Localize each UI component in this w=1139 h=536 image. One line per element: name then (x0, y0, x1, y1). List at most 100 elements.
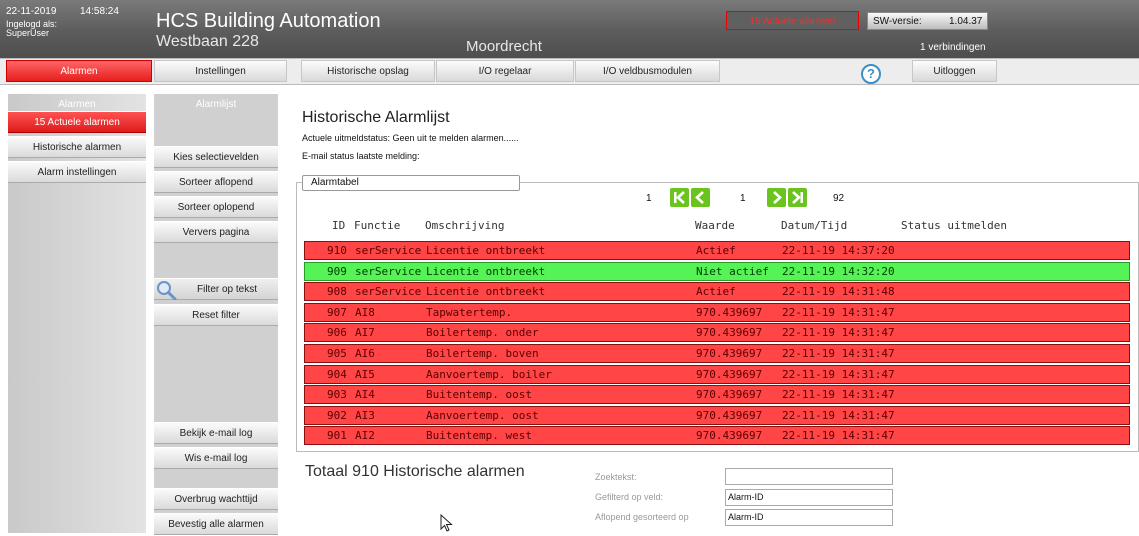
table-row[interactable]: 910 serService Licentie ontbreekt Actief 22-… (304, 241, 1130, 260)
table-row[interactable]: 902 AI3 Aanvoertemp. oost 970.439697 22-11-1… (304, 406, 1130, 425)
cell-functie: AI3 (355, 409, 375, 422)
col-status-uitmelden[interactable]: Status uitmelden (901, 219, 1007, 232)
page-title: Historische Alarmlijst (302, 109, 450, 126)
col-waarde[interactable]: Waarde (695, 219, 735, 232)
refresh-page-button[interactable]: Ververs pagina (154, 221, 278, 243)
cell-datum: 22-11-19 14:31:47 (782, 326, 895, 339)
view-email-log-button[interactable]: Bekijk e-mail log (154, 422, 278, 444)
pager-current-page: 1 (740, 193, 746, 204)
sidebar-heading: Alarmen (58, 99, 96, 110)
cell-functie: AI7 (355, 326, 375, 339)
filter-text-label: Filter op tekst (196, 284, 258, 295)
site-city: Moordrecht (466, 38, 542, 55)
cell-id: 903 (327, 388, 347, 401)
bypass-wait-button[interactable]: Overbrug wachttijd (154, 488, 278, 510)
cell-omschrijving: Licentie ontbreekt (426, 244, 546, 257)
cell-id: 905 (327, 347, 347, 360)
cell-datum: 22-11-19 14:31:47 (782, 347, 895, 360)
sidebar-heading: Alarmlijst (195, 99, 237, 110)
prev-page-icon[interactable] (691, 188, 710, 207)
cell-waarde: Actief (696, 244, 736, 257)
sort-ascending-button[interactable]: Sorteer oplopend (154, 196, 278, 218)
cell-id: 909 (327, 265, 347, 278)
table-row[interactable]: 903 AI4 Buitentemp. oost 970.439697 22-11-19… (304, 385, 1130, 404)
pager-first-number: 1 (646, 193, 652, 204)
app-header: 22-11-2019 14:58:24 Ingelogd als: SuperU… (0, 0, 1139, 58)
cell-id: 902 (327, 409, 347, 422)
col-id[interactable]: ID (332, 219, 345, 232)
cell-omschrijving: Boilertemp. onder (426, 326, 539, 339)
cell-id: 907 (327, 306, 347, 319)
table-row[interactable]: 905 AI6 Boilertemp. boven 970.439697 22-11-1… (304, 344, 1130, 363)
app-title: HCS Building Automation (156, 10, 381, 32)
cell-waarde: 970.439697 (696, 388, 763, 401)
col-functie[interactable]: Functie (354, 219, 400, 232)
table-row[interactable]: 901 AI2 Buitentemp. west 970.439697 22-11-19… (304, 426, 1130, 445)
cell-omschrijving: Aanvoertemp. oost (426, 409, 539, 422)
cell-functie: AI4 (355, 388, 375, 401)
sidebar-item-alarm-instellingen[interactable]: Alarm instellingen (8, 161, 146, 183)
cell-omschrijving: Boilertemp. boven (426, 347, 539, 360)
nav-alarmen[interactable]: Alarmen (6, 60, 152, 82)
cell-id: 906 (327, 326, 347, 339)
table-row[interactable]: 907 AI8 Tapwatertemp. 970.439697 22-11-19 14… (304, 303, 1130, 322)
cell-functie: serService (355, 285, 422, 298)
last-page-icon[interactable] (788, 188, 807, 207)
sort-descending-button[interactable]: Sorteer aflopend (154, 171, 278, 193)
cell-datum: 22-11-19 14:32:20 (782, 265, 895, 278)
cell-omschrijving: Licentie ontbreekt (426, 285, 546, 298)
sort-field-input[interactable]: Alarm-ID (725, 509, 893, 526)
nav-historische-opslag[interactable]: Historische opslag (301, 60, 435, 82)
cell-datum: 22-11-19 14:31:47 (782, 368, 895, 381)
cell-id: 901 (327, 429, 347, 442)
cell-functie: serService (355, 265, 422, 278)
col-omschrijving[interactable]: Omschrijving (425, 219, 504, 232)
cell-omschrijving: Buitentemp. oost (426, 388, 532, 401)
nav-uitloggen[interactable]: Uitloggen (912, 60, 997, 82)
table-row[interactable]: 904 AI5 Aanvoertemp. boiler 970.439697 22-11… (304, 365, 1130, 384)
cell-waarde: Actief (696, 285, 736, 298)
select-fields-button[interactable]: Kies selectievelden (154, 146, 278, 168)
cell-functie: serService (355, 244, 422, 257)
clear-email-log-button[interactable]: Wis e-mail log (154, 447, 278, 469)
col-datum-tijd[interactable]: Datum/Tijd (781, 219, 847, 232)
nav-instellingen[interactable]: Instellingen (154, 60, 287, 82)
software-version-box: SW-versie: 1.04.37 (867, 12, 988, 30)
reset-filter-button[interactable]: Reset filter (154, 304, 278, 326)
cell-omschrijving: Buitentemp. west (426, 429, 532, 442)
help-icon[interactable]: ? (861, 64, 881, 84)
cell-omschrijving: Aanvoertemp. boiler (426, 368, 552, 381)
search-text-input[interactable] (725, 468, 893, 485)
alarm-table-legend: Alarmtabel (302, 175, 520, 191)
cell-functie: AI6 (355, 347, 375, 360)
table-row[interactable]: 906 AI7 Boilertemp. onder 970.439697 22-11-1… (304, 323, 1130, 342)
sort-field-label: Aflopend gesorteerd op (595, 512, 689, 522)
sidebar-alarmen: Alarmen 15 Actuele alarmen Historische a… (8, 94, 146, 533)
cell-datum: 22-11-19 14:31:47 (782, 429, 895, 442)
header-time: 14:58:24 (80, 6, 119, 17)
first-page-icon[interactable] (670, 188, 689, 207)
nav-io-regelaar[interactable]: I/O regelaar (436, 60, 574, 82)
cell-datum: 22-11-19 14:31:47 (782, 409, 895, 422)
confirm-all-alarms-button[interactable]: Bevestig alle alarmen (154, 513, 278, 535)
table-row[interactable]: 908 serService Licentie ontbreekt Actief 22-… (304, 282, 1130, 301)
total-alarms: Totaal 910 Historische alarmen (305, 463, 525, 480)
sw-version-label: SW-versie: (873, 16, 922, 27)
cell-waarde: 970.439697 (696, 429, 763, 442)
table-row[interactable]: 909 serService Licentie ontbreekt Niet acti… (304, 262, 1130, 281)
next-page-icon[interactable] (767, 188, 786, 207)
cell-datum: 22-11-19 14:37:20 (782, 244, 895, 257)
table-header: ID Functie Omschrijving Waarde Datum/Tij… (304, 219, 1130, 237)
filter-text-button[interactable]: Filter op tekst (154, 278, 278, 300)
filter-field-input[interactable]: Alarm-ID (725, 489, 893, 506)
cell-id: 910 (327, 244, 347, 257)
sidebar-item-actuele-alarmen[interactable]: 15 Actuele alarmen (8, 111, 146, 133)
cell-datum: 22-11-19 14:31:47 (782, 388, 895, 401)
active-alarms-badge[interactable]: 15 Actuele alarmen (726, 11, 859, 30)
connections-count: 1 verbindingen (920, 42, 986, 53)
pager-total-pages: 92 (833, 193, 845, 204)
sidebar-item-historische-alarmen[interactable]: Historische alarmen (8, 136, 146, 158)
nav-io-veldbusmodulen[interactable]: I/O veldbusmodulen (575, 60, 720, 82)
filter-field-label: Gefilterd op veld: (595, 492, 664, 502)
search-icon (157, 281, 177, 300)
